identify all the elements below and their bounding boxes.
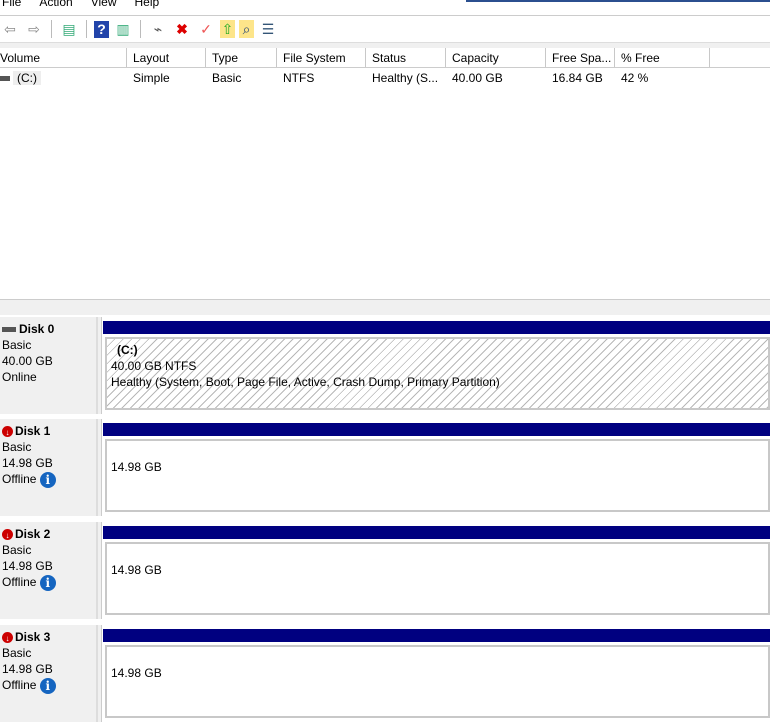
unallocated-region[interactable]: 14.98 GB	[105, 542, 770, 615]
disk-name: Disk 2	[15, 527, 51, 541]
drive-icon	[0, 76, 10, 82]
region-size: 14.98 GB	[111, 666, 162, 680]
column-status[interactable]: Status	[366, 48, 446, 67]
offline-disk-icon: ↓	[2, 632, 13, 644]
help-icon[interactable]: ?	[94, 20, 109, 38]
disk-icon	[2, 327, 16, 333]
disk-type: Basic	[2, 543, 32, 557]
disk-row-0: Disk 0 Basic 40.00 GB Online (C:) 40.00 …	[0, 317, 770, 414]
disk-size: 14.98 GB	[2, 559, 53, 573]
connect-disk-icon[interactable]: ⌁	[148, 19, 168, 39]
disk-size: 14.98 GB	[2, 456, 53, 470]
disk-type: Basic	[2, 646, 32, 660]
disk-size: 40.00 GB	[2, 354, 53, 368]
disk-label[interactable]: ↓ Disk 1 Basic 14.98 GB Offline i	[0, 419, 98, 516]
info-icon[interactable]: i	[39, 677, 56, 694]
disk-type: Basic	[2, 440, 32, 454]
forward-icon[interactable]: ⇨	[24, 19, 44, 39]
list-icon[interactable]: ☰	[258, 19, 278, 39]
region-size: 14.98 GB	[111, 563, 162, 577]
cell-status: Healthy (S...	[372, 71, 439, 85]
disk-status: Offline	[2, 472, 37, 486]
cell-type: Basic	[212, 71, 242, 85]
show-action-pane-icon[interactable]: ▥	[113, 19, 133, 39]
disk-row-2: ↓ Disk 2 Basic 14.98 GB Offline i 14.98 G…	[0, 522, 770, 619]
menu-action[interactable]: Action	[37, 0, 80, 11]
menu-help[interactable]: Help	[133, 0, 168, 11]
column-type[interactable]: Type	[206, 48, 277, 67]
partition-c[interactable]: (C:) 40.00 GB NTFS Healthy (System, Boot…	[105, 337, 770, 410]
toolbar-separator	[51, 20, 52, 38]
disk-size: 14.98 GB	[2, 662, 53, 676]
disk-status: Offline	[2, 575, 37, 589]
disk-row-3: ↓ Disk 3 Basic 14.98 GB Offline i 14.98 G…	[0, 625, 770, 722]
offline-disk-icon: ↓	[2, 529, 13, 541]
window-edge	[466, 0, 770, 2]
disk-name: Disk 1	[15, 424, 51, 438]
partition-size: 40.00 GB NTFS	[111, 359, 197, 373]
menu-file[interactable]: File	[0, 0, 29, 11]
menu-view[interactable]: View	[89, 0, 125, 11]
toolbar: ⇦ ⇨ ▤ ? ▥ ⌁ ✖ ✓ ⇧ ⌕ ☰	[0, 17, 278, 41]
disk-name: Disk 3	[15, 630, 51, 644]
partition-bar	[103, 423, 770, 436]
toolbar-separator	[140, 20, 141, 38]
disk-status: Online	[2, 370, 37, 384]
show-hide-tree-icon[interactable]: ▤	[59, 19, 79, 39]
partition-status: Healthy (System, Boot, Page File, Active…	[111, 375, 500, 389]
disk-label[interactable]: Disk 0 Basic 40.00 GB Online	[0, 317, 98, 414]
info-icon[interactable]: i	[39, 471, 56, 488]
disk-type: Basic	[2, 338, 32, 352]
cell-volume: (C:)	[0, 69, 127, 87]
unallocated-region[interactable]: 14.98 GB	[105, 645, 770, 718]
disk-label[interactable]: ↓ Disk 2 Basic 14.98 GB Offline i	[0, 522, 98, 619]
toolbar-separator	[86, 20, 87, 38]
disk-status: Offline	[2, 678, 37, 692]
disk-map: (C:) 40.00 GB NTFS Healthy (System, Boot…	[101, 317, 770, 414]
delete-icon[interactable]: ✖	[172, 19, 192, 39]
disk-map: 14.98 GB	[101, 419, 770, 516]
disk-row-1: ↓ Disk 1 Basic 14.98 GB Offline i 14.98 G…	[0, 419, 770, 516]
disk-map: 14.98 GB	[101, 625, 770, 722]
export-icon[interactable]: ⇧	[220, 20, 235, 38]
region-size: 14.98 GB	[111, 460, 162, 474]
cell-file-system: NTFS	[283, 71, 315, 85]
cell-layout: Simple	[133, 71, 170, 85]
menu-bar: File Action View Help	[0, 0, 175, 11]
partition-bar	[103, 629, 770, 642]
column-volume[interactable]: Volume	[0, 48, 127, 67]
back-icon[interactable]: ⇦	[0, 19, 20, 39]
pane-splitter[interactable]	[0, 299, 770, 315]
properties-icon[interactable]: ✓	[196, 19, 216, 39]
search-icon[interactable]: ⌕	[239, 20, 254, 38]
partition-bar	[103, 321, 770, 334]
disk-name: Disk 0	[19, 322, 55, 336]
column-blank	[710, 48, 770, 67]
partition-bar	[103, 526, 770, 539]
cell-percent-free: 42 %	[621, 71, 649, 85]
column-free-space[interactable]: Free Spa...	[546, 48, 615, 67]
info-icon[interactable]: i	[39, 574, 56, 591]
column-layout[interactable]: Layout	[127, 48, 206, 67]
table-row[interactable]: (C:) Simple Basic NTFS Healthy (S... 40.…	[0, 69, 710, 87]
cell-free-space: 16.84 GB	[552, 71, 603, 85]
column-file-system[interactable]: File System	[277, 48, 366, 67]
disk-label[interactable]: ↓ Disk 3 Basic 14.98 GB Offline i	[0, 625, 98, 722]
divider	[0, 15, 770, 16]
partition-label: (C:)	[117, 343, 138, 357]
volume-table-header: Volume Layout Type File System Status Ca…	[0, 48, 770, 68]
disk-map: 14.98 GB	[101, 522, 770, 619]
cell-capacity: 40.00 GB	[452, 71, 503, 85]
unallocated-region[interactable]: 14.98 GB	[105, 439, 770, 512]
column-capacity[interactable]: Capacity	[446, 48, 546, 67]
offline-disk-icon: ↓	[2, 426, 13, 438]
column-percent-free[interactable]: % Free	[615, 48, 710, 67]
